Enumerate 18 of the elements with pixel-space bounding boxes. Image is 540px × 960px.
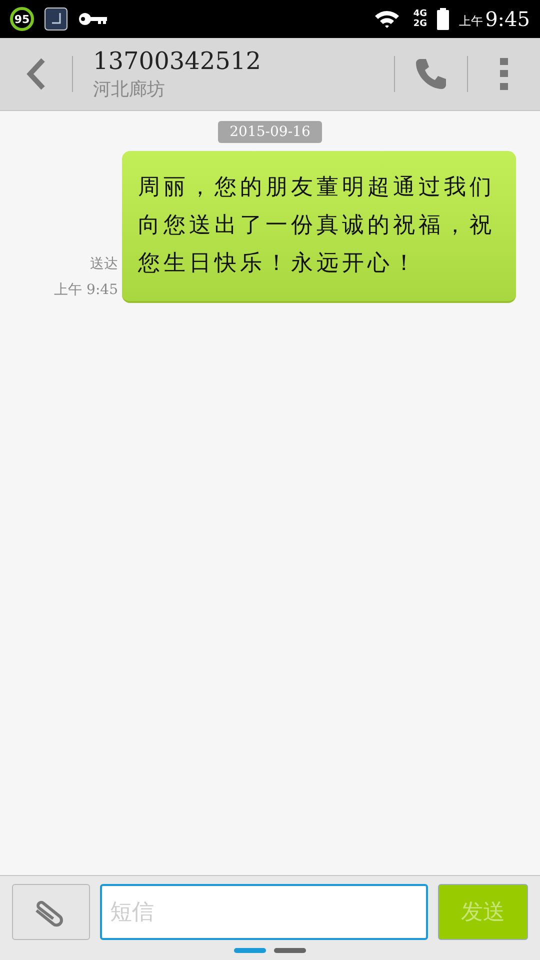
phone-icon bbox=[414, 57, 448, 91]
clock-time: 9:45 bbox=[485, 7, 530, 31]
contact-number: 13700342512 bbox=[93, 47, 262, 75]
network-type-label: 4G 2G bbox=[413, 9, 428, 29]
attach-button[interactable] bbox=[12, 884, 90, 940]
delivery-status: 送达 bbox=[90, 255, 118, 273]
more-icon bbox=[499, 57, 509, 91]
time-period: 上午 bbox=[459, 13, 484, 30]
message-bubble: 周丽，您的朋友董明超通过我们向您送出了一份真诚的祝福，祝您生日快乐！永远开心！ bbox=[122, 151, 516, 303]
key-icon bbox=[78, 12, 108, 26]
app-icon bbox=[44, 7, 68, 31]
message-time: 上午 9:45 bbox=[54, 281, 118, 299]
back-icon bbox=[26, 58, 46, 90]
date-label: 2015-09-16 bbox=[218, 121, 322, 143]
battery-level-badge: 95 bbox=[10, 7, 34, 31]
battery-icon bbox=[437, 8, 450, 30]
contact-location: 河北廊坊 bbox=[93, 78, 166, 101]
send-button[interactable]: 发送 bbox=[438, 884, 528, 940]
